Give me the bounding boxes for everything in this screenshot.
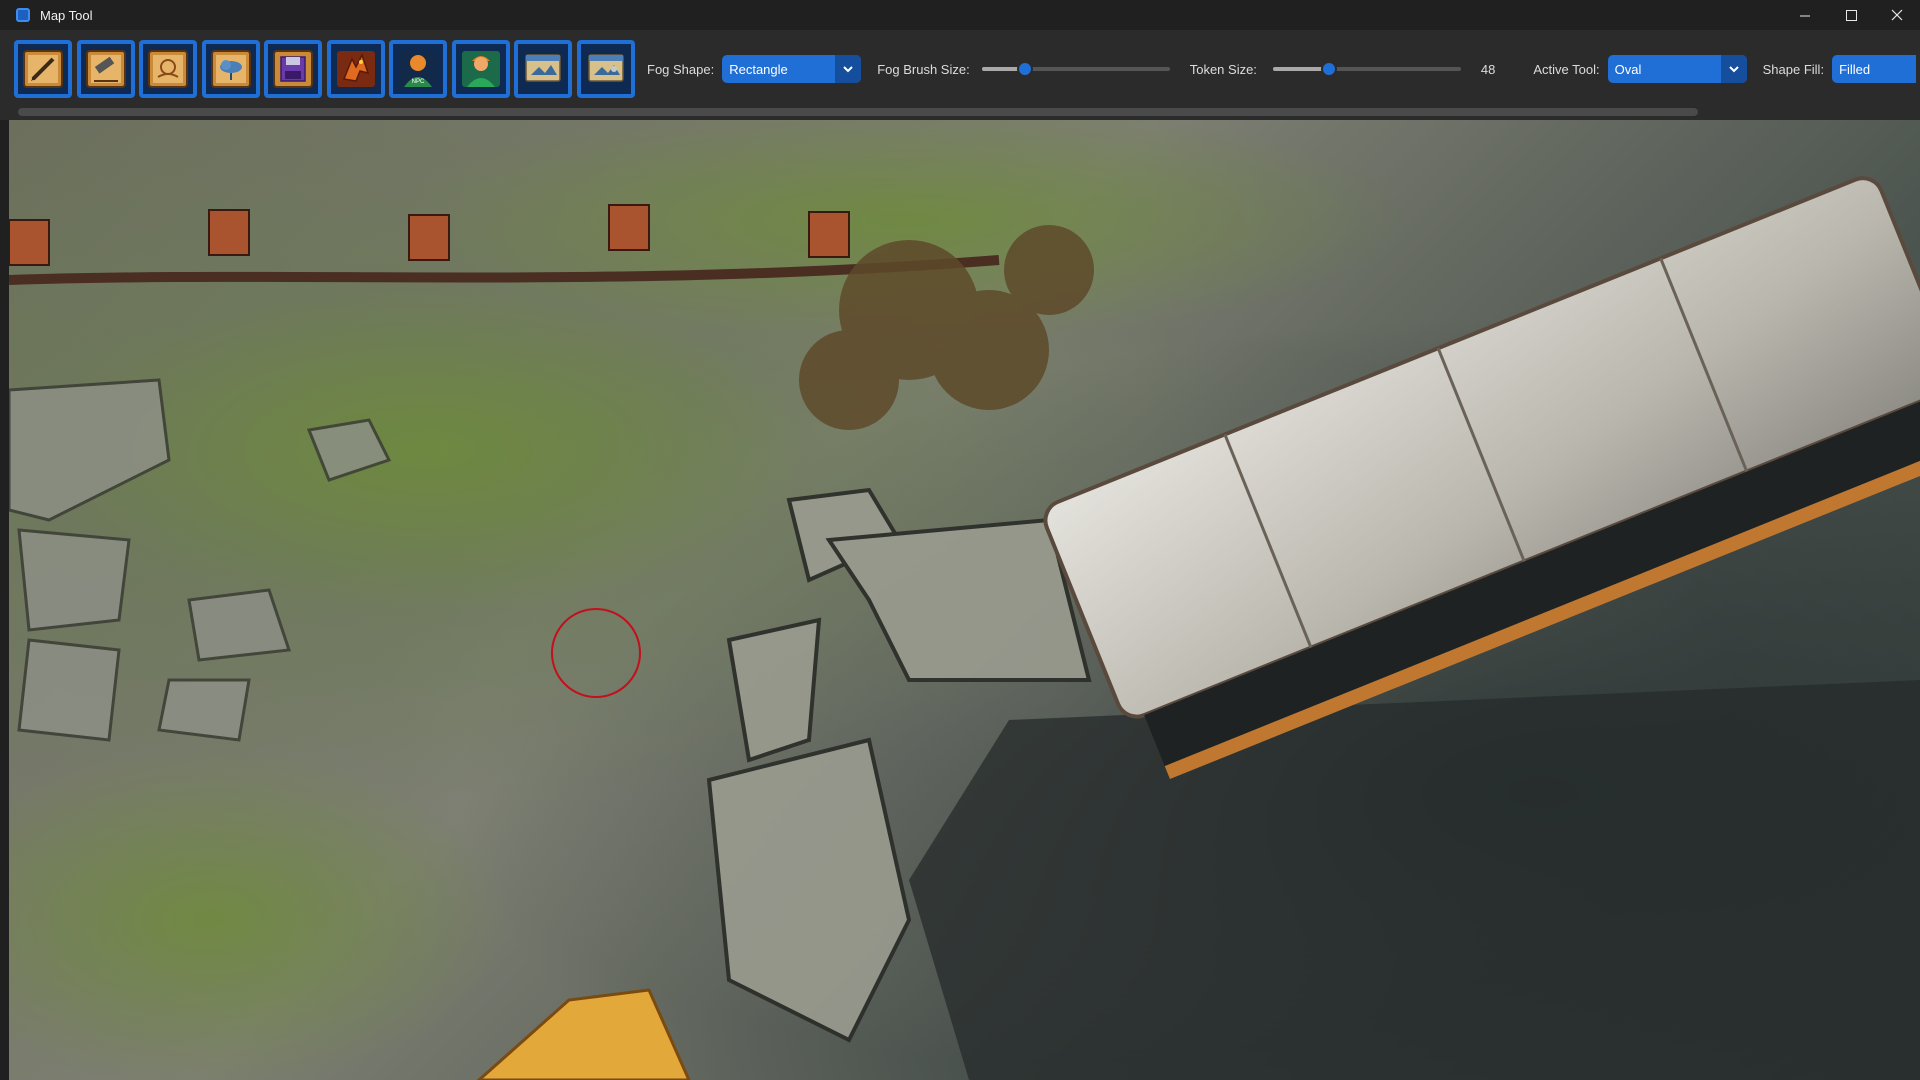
shape-fill-label: Shape Fill: (1762, 61, 1825, 77)
tool-button-row: NPC Fog Shape: Rectangle Fog Brush Size:… (14, 40, 1917, 98)
dragon-token-icon (336, 51, 375, 87)
active-tool-value: Oval (1614, 61, 1642, 77)
save-icon (273, 50, 313, 88)
npc-token-label: NPC (412, 79, 425, 85)
player-token-icon (461, 51, 500, 87)
minimize-icon (1799, 15, 1810, 16)
app-icon (16, 8, 30, 22)
maximize-button[interactable] (1828, 0, 1874, 30)
close-icon (1891, 9, 1903, 21)
map-load-icon (148, 50, 188, 88)
fog-brush-size-label: Fog Brush Size: (877, 61, 970, 77)
shape-fill-value: Filled (1839, 61, 1871, 77)
dragon-token-button[interactable] (326, 40, 385, 98)
title-bar: Map Tool (0, 0, 1920, 30)
toolbar: NPC Fog Shape: Rectangle Fog Brush Size:… (0, 30, 1920, 120)
map-load-button[interactable] (139, 40, 197, 98)
fog-brush-size-slider[interactable] (981, 60, 1170, 78)
map-cloud-button[interactable] (201, 40, 260, 98)
map-cloud-icon (210, 50, 251, 88)
token-size-slider[interactable] (1272, 60, 1461, 78)
fog-shape-label: Fog Shape: (647, 61, 715, 77)
token-size-value: 48 (1480, 61, 1496, 77)
window-controls (1782, 0, 1920, 30)
map-view-icon-2 (587, 54, 624, 82)
active-tool-dropdown[interactable]: Oval (1607, 55, 1747, 83)
map-image (9, 120, 1920, 1080)
draw-tool-icon (23, 50, 63, 88)
erase-tool-icon (85, 50, 126, 88)
shape-fill-dropdown[interactable]: Filled (1832, 55, 1917, 83)
token-size-label: Token Size: (1189, 61, 1257, 77)
map-view-button-1[interactable] (514, 40, 572, 98)
fog-shape-value: Rectangle (729, 61, 788, 77)
window-title: Map Tool (40, 7, 93, 23)
fog-shape-dropdown[interactable]: Rectangle (722, 55, 862, 83)
save-button[interactable] (264, 40, 322, 98)
npc-token-button[interactable]: NPC (389, 40, 447, 98)
player-token-button[interactable] (451, 40, 510, 98)
draw-tool-button[interactable] (14, 40, 72, 98)
close-button[interactable] (1874, 0, 1920, 30)
toolbar-scrollbar[interactable] (18, 108, 1698, 116)
minimize-button[interactable] (1782, 0, 1828, 30)
cursor-ring (551, 608, 641, 698)
map-view-button-2[interactable] (576, 40, 635, 98)
chevron-down-icon[interactable] (1720, 55, 1747, 83)
maximize-icon (1845, 9, 1857, 21)
active-tool-label: Active Tool: (1533, 61, 1600, 77)
map-view-icon-1 (525, 54, 561, 82)
npc-token-icon: NPC (399, 51, 437, 87)
slider-thumb[interactable] (1016, 61, 1033, 77)
chevron-down-icon[interactable] (835, 55, 862, 83)
map-canvas[interactable] (9, 120, 1920, 1080)
slider-thumb[interactable] (1321, 61, 1338, 77)
erase-tool-button[interactable] (76, 40, 135, 98)
